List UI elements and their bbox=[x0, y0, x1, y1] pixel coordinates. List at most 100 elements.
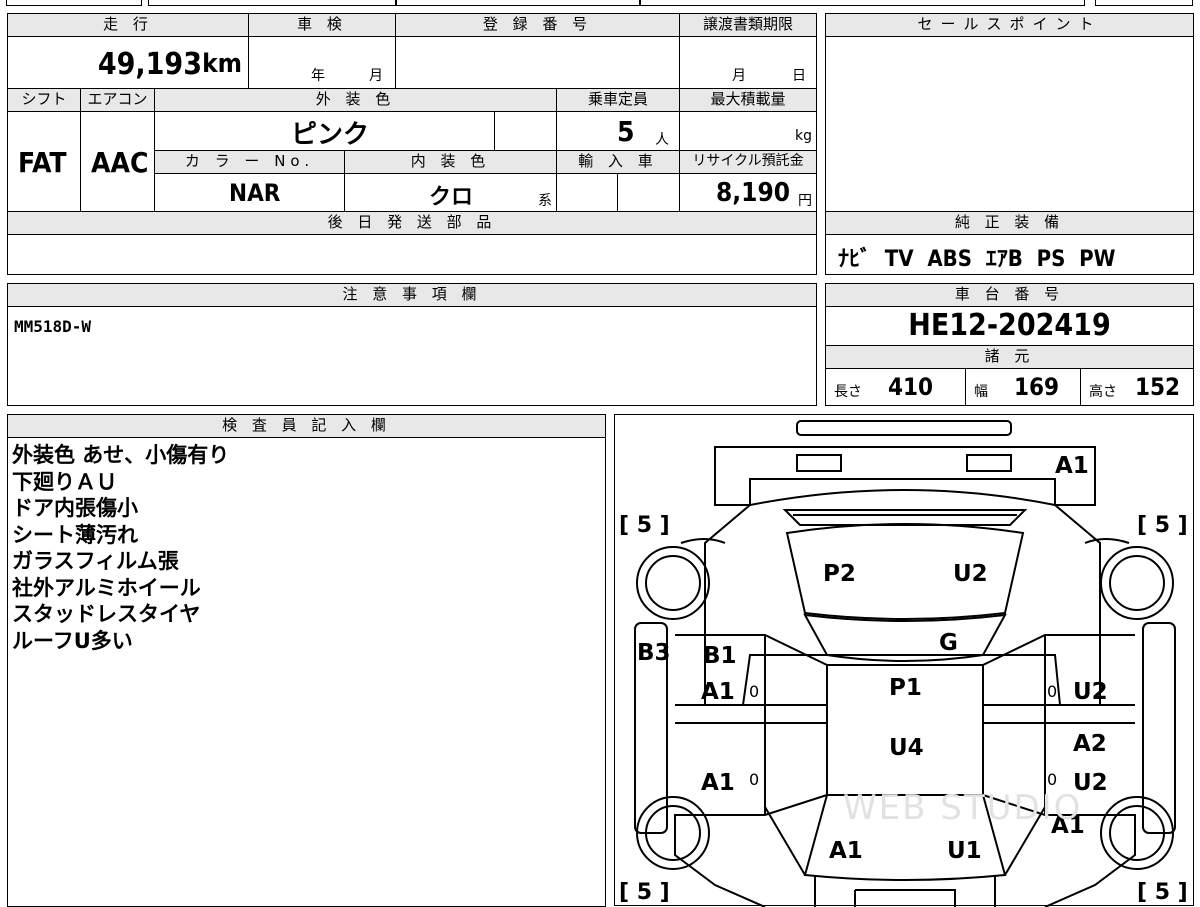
car-diagram: [ 5 ] [ 5 ] [ 5 ] [ 5 ] A1 P2 U2 G B3 B1… bbox=[614, 414, 1194, 907]
inspector-line: シート薄汚れ bbox=[12, 522, 138, 547]
color-no-cell: NAR bbox=[154, 173, 345, 212]
width-label: 幅 bbox=[974, 384, 988, 400]
transfer-deadline-cell: 月 日 bbox=[679, 36, 817, 89]
exterior-color-header: 外 装 色 bbox=[154, 88, 557, 112]
mileage-cell: 49,193 km bbox=[7, 36, 249, 89]
aircon-header: エアコン bbox=[80, 88, 155, 112]
interior-color-header: 内 装 色 bbox=[344, 150, 557, 174]
mark-rear-window-left: A1 bbox=[829, 838, 863, 864]
import-header: 輸 入 車 bbox=[556, 150, 680, 174]
tire-rear-right: [ 5 ] bbox=[1137, 880, 1188, 905]
registration-cell bbox=[395, 36, 680, 89]
shift-value: FAT bbox=[18, 146, 67, 179]
capacity-cell: 5 人 bbox=[556, 111, 680, 151]
inspector-line: ガラスフィルム張 bbox=[12, 549, 179, 573]
specs-height-cell: 高さ 152 bbox=[1080, 368, 1194, 406]
transfer-month: 月 bbox=[732, 68, 746, 84]
mark-rear-window-right: U1 bbox=[947, 838, 982, 864]
recycle-unit: 円 bbox=[798, 193, 812, 209]
height-label: 高さ bbox=[1089, 384, 1117, 400]
capacity-unit: 人 bbox=[655, 132, 669, 148]
chassis-header: 車 台 番 号 bbox=[825, 283, 1194, 307]
max-load-cell: kg bbox=[679, 111, 817, 151]
mark-right-rear-door-a: A2 bbox=[1073, 731, 1107, 757]
mileage-value: 49,193 bbox=[97, 47, 202, 82]
top-strip bbox=[0, 0, 1200, 6]
inspection-month: 月 bbox=[369, 68, 383, 84]
inspector-line: ルーフU多い bbox=[12, 628, 133, 653]
genuine-equipment-header: 純 正 装 備 bbox=[825, 211, 1194, 235]
inspector-header: 検 査 員 記 入 欄 bbox=[7, 414, 606, 438]
mark-left-rear-door: A1 bbox=[701, 770, 735, 796]
sales-point-header: セールスポイント bbox=[825, 13, 1194, 37]
aircon-value: AAC bbox=[91, 146, 149, 179]
transfer-deadline-header: 譲渡書類期限 bbox=[679, 13, 817, 37]
inspector-line: スタッドレスタイヤ bbox=[12, 602, 201, 626]
import-cell-b bbox=[617, 173, 680, 212]
chassis-value: HE12-202419 bbox=[908, 308, 1111, 343]
interior-color-cell: クロ 系 bbox=[344, 173, 557, 212]
color-no-value: NAR bbox=[229, 179, 281, 207]
inspector-line: 社外アルミホイール bbox=[12, 575, 201, 600]
mark-glass: G bbox=[939, 630, 958, 656]
zero-mark: 0 bbox=[749, 682, 759, 701]
mark-roof-p: P1 bbox=[889, 675, 922, 701]
notes-cell: MM518D-W bbox=[7, 306, 817, 406]
length-label: 長さ bbox=[834, 384, 862, 400]
inspection-header: 車 検 bbox=[248, 13, 396, 37]
info-table: 走 行 車 検 登 録 番 号 譲渡書類期限 49,193 km 年 月 月 日… bbox=[7, 13, 817, 275]
tire-front-right: [ 5 ] bbox=[1137, 513, 1188, 538]
aircon-cell: AAC bbox=[80, 111, 155, 212]
mark-front-bumper: A1 bbox=[1055, 453, 1089, 479]
specs-length-cell: 長さ 410 bbox=[825, 368, 966, 406]
import-cell-a bbox=[556, 173, 618, 212]
mark-left-side: B3 bbox=[637, 640, 671, 666]
capacity-header: 乗車定員 bbox=[556, 88, 680, 112]
inspector-line: ドア内張傷小 bbox=[12, 496, 138, 520]
length-value: 410 bbox=[888, 373, 934, 401]
specs-width-cell: 幅 169 bbox=[965, 368, 1081, 406]
zero-mark: 0 bbox=[749, 770, 759, 789]
later-parts-cell bbox=[7, 234, 817, 275]
sales-point-cell bbox=[825, 36, 1194, 212]
genuine-equipment-value: ﾅﾋﾞ TV ABS ｴｱB PS PW bbox=[838, 247, 1116, 272]
tire-front-left: [ 5 ] bbox=[619, 513, 670, 538]
exterior-color-value: ピンク bbox=[291, 120, 370, 150]
recycle-cell: 8,190 円 bbox=[679, 173, 817, 212]
zero-mark: 0 bbox=[1047, 682, 1057, 701]
mark-roof-u: U4 bbox=[889, 735, 924, 761]
recycle-header: リサイクル預託金 bbox=[679, 150, 817, 174]
interior-color-suffix: 系 bbox=[538, 193, 552, 209]
notes-value: MM518D-W bbox=[14, 317, 92, 336]
interior-color-value: クロ bbox=[429, 185, 474, 210]
recycle-value: 8,190 bbox=[716, 178, 790, 208]
tire-rear-left: [ 5 ] bbox=[619, 880, 670, 905]
watermark: WEB STUDIO bbox=[843, 788, 1082, 828]
notes-header: 注 意 事 項 欄 bbox=[7, 283, 817, 307]
car-diagram-svg: [ 5 ] [ 5 ] [ 5 ] [ 5 ] A1 P2 U2 G B3 B1… bbox=[619, 420, 1188, 907]
color-no-header: カ ラ ー No. bbox=[154, 150, 345, 174]
mileage-unit: km bbox=[202, 49, 242, 79]
max-load-header: 最大積載量 bbox=[679, 88, 817, 112]
capacity-value: 5 bbox=[617, 115, 635, 148]
inspector-cell: 外装色 あせ、小傷有り 下廻りＡＵ ドア内張傷小 シート薄汚れ ガラスフィルム張… bbox=[7, 437, 606, 907]
mark-left-front-door-a: A1 bbox=[701, 679, 735, 705]
transfer-day: 日 bbox=[792, 68, 806, 84]
exterior-color-sub-cell bbox=[494, 111, 557, 151]
inspection-cell: 年 月 bbox=[248, 36, 396, 89]
mark-left-front-door-b: B1 bbox=[703, 643, 737, 669]
mark-right-front-door: U2 bbox=[1073, 679, 1108, 705]
inspector-line: 外装色 あせ、小傷有り bbox=[12, 443, 230, 467]
genuine-equipment-cell: ﾅﾋﾞ TV ABS ｴｱB PS PW bbox=[825, 234, 1194, 275]
mark-windshield-right: U2 bbox=[953, 561, 988, 587]
width-value: 169 bbox=[1014, 373, 1060, 401]
chassis-cell: HE12-202419 bbox=[825, 306, 1194, 346]
inspector-line: 下廻りＡＵ bbox=[12, 469, 117, 494]
mileage-header: 走 行 bbox=[7, 13, 249, 37]
inspection-year: 年 bbox=[311, 68, 325, 84]
exterior-color-cell: ピンク bbox=[154, 111, 495, 151]
zero-mark: 0 bbox=[1047, 770, 1057, 789]
mark-windshield-left: P2 bbox=[823, 561, 856, 587]
specs-header: 諸 元 bbox=[825, 345, 1194, 369]
shift-header: シフト bbox=[7, 88, 81, 112]
